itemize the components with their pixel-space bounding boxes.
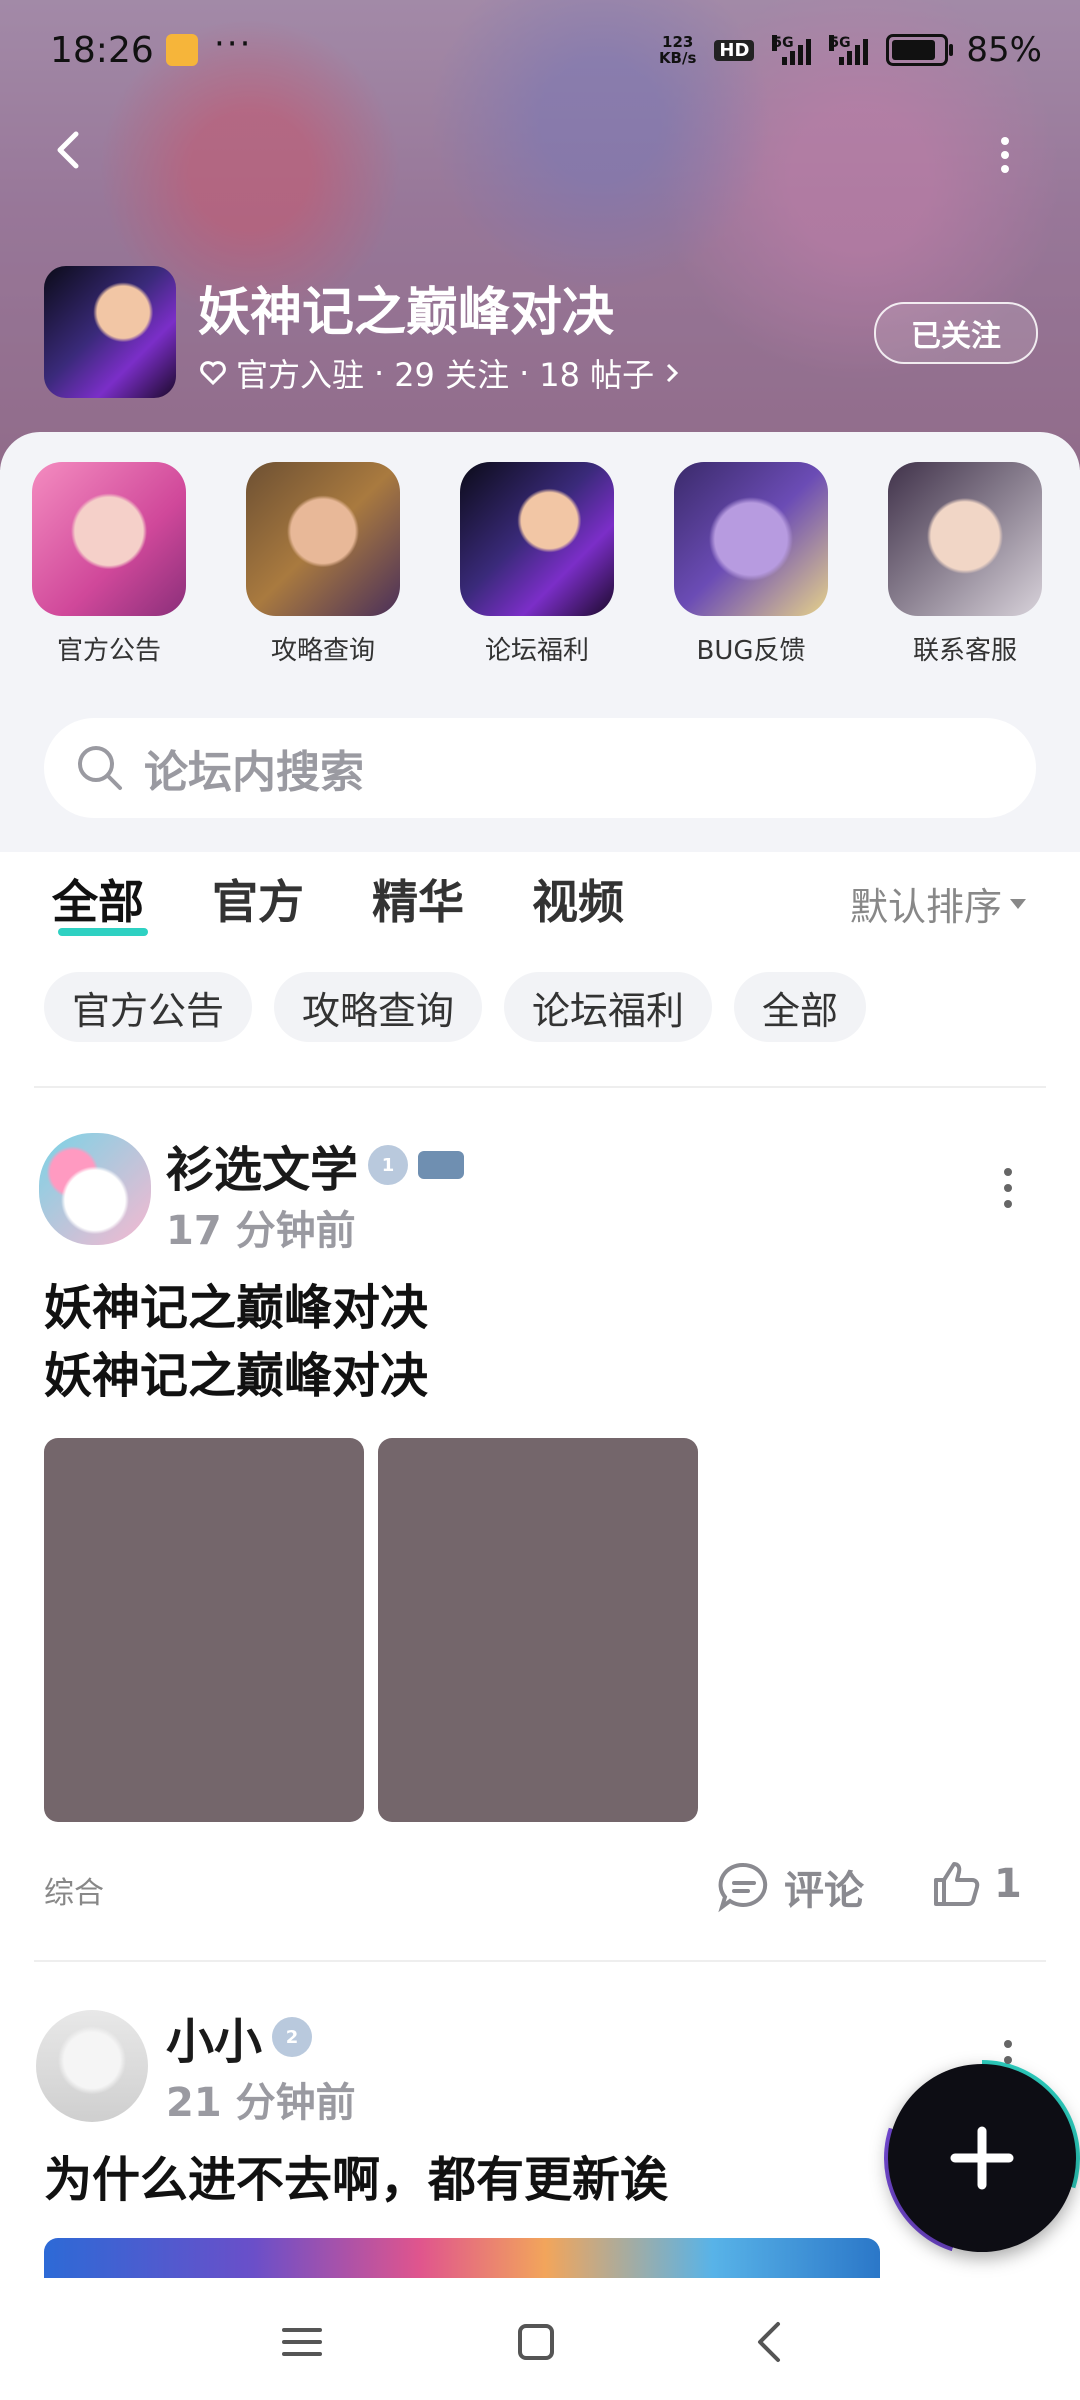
followed-button[interactable]: 已关注 — [874, 302, 1038, 364]
level-badge: 1 — [368, 1145, 409, 1185]
divider — [34, 1086, 1046, 1088]
username-text: 小小 — [166, 2014, 263, 2070]
tab-bar: 全部 官方 精华 视频 默认排序 — [0, 866, 1080, 946]
post-image[interactable] — [44, 1438, 364, 1822]
chip-guide-lookup[interactable]: 攻略查询 — [274, 972, 483, 1042]
like-count: 1 — [994, 1861, 1022, 1907]
shortcut-official-announcement[interactable]: 官方公告 — [2, 462, 216, 667]
title-badge-icon — [418, 1151, 465, 1179]
tab-official[interactable]: 官方 — [212, 866, 304, 932]
shortcut-forum-benefits[interactable]: 论坛福利 — [430, 462, 644, 667]
chevron-right-icon — [667, 363, 679, 383]
home-icon[interactable] — [512, 2318, 560, 2366]
post-username[interactable]: 衫选文学 1 — [166, 1130, 465, 1200]
post-username[interactable]: 小小 2 — [166, 2002, 313, 2072]
level-badge: 2 — [272, 2017, 313, 2057]
signal-label: 5G — [829, 35, 851, 51]
divider — [34, 1960, 1046, 1962]
post-time: 17 分钟前 — [166, 1208, 356, 1254]
shortcut-image — [460, 462, 614, 616]
more-icon[interactable] — [1004, 1168, 1012, 1208]
avatar[interactable] — [36, 1130, 154, 1248]
post-text: 为什么进不去啊，都有更新诶 — [44, 2152, 669, 2208]
system-nav-bar — [0, 2278, 1080, 2400]
filter-chips: 官方公告 攻略查询 论坛福利 全部 — [44, 972, 867, 1042]
signal-icon: 5G — [772, 35, 812, 65]
like-button[interactable]: 1 — [930, 1858, 1022, 1910]
new-post-button[interactable] — [884, 2060, 1080, 2256]
avatar[interactable] — [36, 2010, 148, 2122]
chip-official-announcement[interactable]: 官方公告 — [44, 972, 253, 1042]
tab-active-indicator — [58, 928, 148, 936]
signal-icon: 5G — [829, 35, 869, 65]
meta-separator: · — [519, 354, 530, 392]
nav-back-icon[interactable] — [746, 2318, 794, 2366]
net-speed-value: 123 — [662, 33, 694, 51]
post-image[interactable] — [44, 2238, 880, 2278]
battery-level — [892, 40, 935, 60]
shortcut-image — [246, 462, 400, 616]
search-placeholder: 论坛内搜索 — [144, 747, 364, 798]
forum-panel: 官方公告 攻略查询 论坛福利 BUG反馈 联系客服 论坛内搜索 — [0, 432, 1080, 852]
battery-percent: 85% — [966, 30, 1042, 70]
chip-forum-benefits[interactable]: 论坛福利 — [504, 972, 713, 1042]
caret-down-icon — [1010, 898, 1027, 909]
net-speed-unit: KB/s — [658, 49, 697, 67]
game-meta: 官方入驻 · 29 关注 · 18 帖子 — [200, 350, 680, 396]
signal-label: 5G — [772, 35, 794, 51]
plus-icon — [950, 2126, 1014, 2190]
sort-dropdown[interactable]: 默认排序 — [850, 876, 1027, 931]
post-text-line: 妖神记之巅峰对决 — [44, 1348, 429, 1404]
chip-all[interactable]: 全部 — [734, 972, 867, 1042]
thumbs-up-icon — [934, 1862, 980, 1906]
post-text-line: 妖神记之巅峰对决 — [44, 1280, 429, 1336]
shortcut-image — [674, 462, 828, 616]
post-time: 21 分钟前 — [166, 2080, 356, 2126]
hd-icon: HD — [714, 39, 755, 61]
more-icon[interactable] — [995, 135, 1015, 175]
shortcut-label: 官方公告 — [56, 636, 161, 666]
meta-follow-count: 29 关注 — [394, 356, 510, 394]
heart-icon — [200, 361, 226, 385]
menu-icon[interactable] — [278, 2318, 326, 2366]
shortcut-label: 攻略查询 — [270, 636, 375, 666]
shortcut-contact-support[interactable]: 联系客服 — [858, 462, 1072, 667]
post-text: 妖神记之巅峰对决 妖神记之巅峰对决 — [44, 1274, 428, 1410]
back-icon[interactable] — [50, 130, 90, 170]
shortcut-label: 联系客服 — [912, 636, 1017, 666]
meta-official: 官方入驻 — [236, 356, 365, 394]
comment-label: 评论 — [784, 1868, 864, 1914]
post-image[interactable] — [378, 1438, 698, 1822]
net-speed: 123 KB/s — [659, 34, 696, 66]
shortcut-image — [888, 462, 1042, 616]
shortcut-label: 论坛福利 — [484, 636, 589, 666]
post-category: 综合 — [44, 1876, 104, 1911]
battery-icon — [886, 34, 954, 66]
status-time: 18:26 — [50, 30, 154, 71]
tab-featured[interactable]: 精华 — [372, 866, 464, 932]
notification-icon — [166, 34, 198, 66]
search-bar[interactable]: 论坛内搜索 — [44, 718, 1036, 818]
shortcut-row: 官方公告 攻略查询 论坛福利 BUG反馈 联系客服 — [0, 462, 1080, 667]
shortcut-guide-lookup[interactable]: 攻略查询 — [216, 462, 430, 667]
shortcut-bug-feedback[interactable]: BUG反馈 — [644, 462, 858, 667]
tab-all[interactable]: 全部 — [52, 866, 144, 932]
game-avatar — [44, 266, 176, 398]
status-dots: ··· — [214, 24, 253, 64]
status-bar: 18:26 ··· 123 KB/s HD 5G 5G 85% — [0, 20, 1080, 80]
shortcut-image — [32, 462, 186, 616]
sort-label: 默认排序 — [850, 885, 1003, 929]
meta-post-count: 18 帖子 — [539, 356, 655, 394]
status-right: 123 KB/s HD 5G 5G 85% — [659, 30, 1042, 70]
comment-icon — [718, 1862, 768, 1913]
tab-video[interactable]: 视频 — [532, 866, 624, 932]
shortcut-label: BUG反馈 — [696, 636, 806, 666]
username-text: 衫选文学 — [166, 1142, 359, 1198]
meta-separator: · — [374, 354, 385, 392]
comment-button[interactable]: 评论 — [716, 1858, 864, 1916]
search-icon — [78, 746, 122, 790]
game-title: 妖神记之巅峰对决 — [198, 283, 615, 343]
